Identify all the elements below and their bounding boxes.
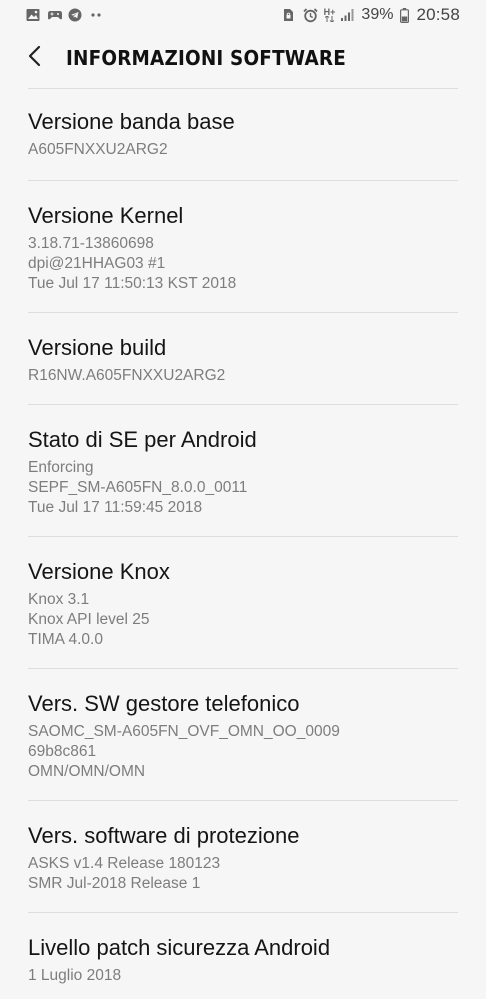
item-title: Versione build [28,335,167,360]
item-value: Knox API level 25 [28,611,150,628]
item-value: SAOMC_SM-A605FN_OVF_OMN_OO_0009 [28,723,340,740]
battery-percent: 39% [361,6,394,23]
item-title: Livello patch sicurezza Android [28,935,331,960]
list-item-kernel-version[interactable]: Versione Kernel 3.18.71-13860698 dpi@21H… [28,181,458,313]
item-value: SEPF_SM-A605FN_8.0.0_0011 [28,479,248,496]
back-button[interactable] [18,41,52,75]
list-item-knox-version[interactable]: Versione Knox Knox 3.1 Knox API level 25… [28,537,458,669]
item-value: 69b8c861 [28,743,97,760]
sim-lock-icon [282,8,296,22]
item-value: ASKS v1.4 Release 180123 [28,855,221,872]
item-value: Enforcing [28,459,94,476]
item-value: A605FNXXU2ARG2 [28,141,168,158]
clock: 20:58 [416,5,460,24]
item-title: Versione Kernel [28,203,184,228]
item-value: Tue Jul 17 11:50:13 KST 2018 [28,275,237,292]
alarm-icon [303,8,318,23]
status-right: H+ 39% 20:58 [282,5,460,25]
game-icon [47,8,62,22]
item-title: Vers. SW gestore telefonico [28,691,300,716]
item-value: 3.18.71-13860698 [28,235,154,252]
network-type-label: H+ [323,7,336,17]
item-value: 1 Luglio 2018 [28,967,122,984]
item-title: Versione Knox [28,559,170,584]
list-item-se-android-status[interactable]: Stato di SE per Android Enforcing SEPF_S… [28,405,458,537]
page-title: INFORMAZIONI SOFTWARE [66,46,346,70]
item-title: Vers. software di protezione [28,823,300,848]
more-dots-icon [89,8,103,22]
software-info-list: Versione banda base A605FNXXU2ARG2 Versi… [0,88,486,999]
list-item-security-software-version[interactable]: Vers. software di protezione ASKS v1.4 R… [28,801,458,913]
gallery-icon [26,8,40,22]
telegram-icon [68,8,82,22]
item-value: dpi@21HHAG03 #1 [28,255,166,272]
list-item-carrier-sw-version[interactable]: Vers. SW gestore telefonico SAOMC_SM-A60… [28,669,458,801]
item-value: Tue Jul 17 11:59:45 2018 [28,499,203,516]
item-value: TIMA 4.0.0 [28,631,103,648]
item-value: OMN/OMN/OMN [28,763,146,780]
item-value: SMR Jul-2018 Release 1 [28,875,201,892]
signal-icon [340,8,354,22]
list-item-baseband-version[interactable]: Versione banda base A605FNXXU2ARG2 [28,89,458,181]
item-value: Knox 3.1 [28,591,90,608]
status-bar: H+ 39% 20:58 [0,0,486,30]
list-item-build-version[interactable]: Versione build R16NW.A605FNXXU2ARG2 [28,313,458,405]
app-bar: INFORMAZIONI SOFTWARE [0,30,486,86]
item-value: R16NW.A605FNXXU2ARG2 [28,367,226,384]
battery-icon [400,8,410,24]
status-left [26,8,103,22]
data-hplus-icon: H+ [323,7,336,22]
item-title: Stato di SE per Android [28,427,257,452]
list-item-security-patch-level[interactable]: Livello patch sicurezza Android 1 Luglio… [28,913,458,999]
item-title: Versione banda base [28,109,235,134]
back-arrow-icon [27,45,43,72]
